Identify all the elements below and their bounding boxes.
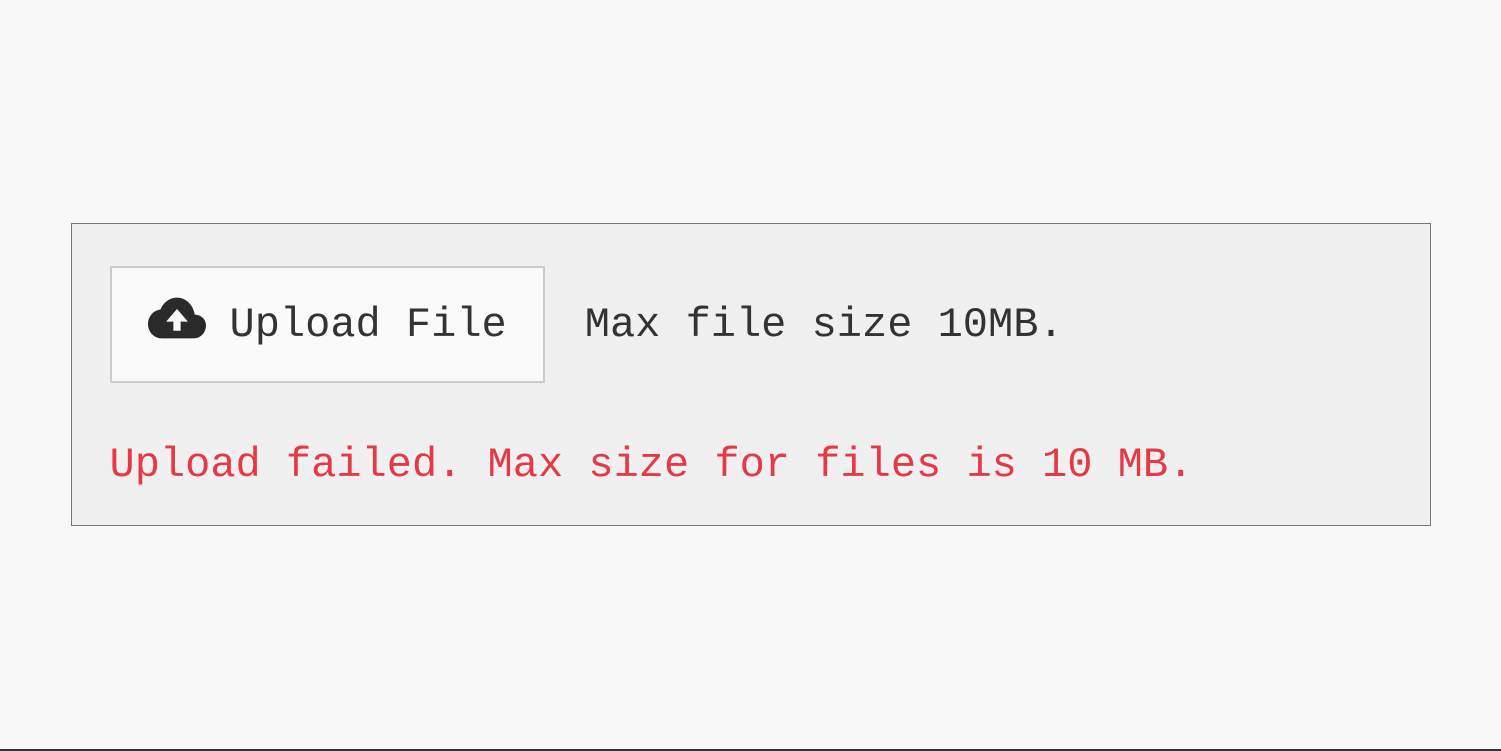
upload-file-button[interactable]: Upload File xyxy=(110,266,545,383)
upload-button-label: Upload File xyxy=(230,301,507,349)
upload-error-text: Upload failed. Max size for files is 10 … xyxy=(110,441,1392,489)
cloud-upload-icon xyxy=(148,294,206,355)
upload-hint-text: Max file size 10MB. xyxy=(585,301,1064,349)
upload-row: Upload File Max file size 10MB. xyxy=(110,266,1392,383)
upload-panel: Upload File Max file size 10MB. Upload f… xyxy=(71,223,1431,526)
